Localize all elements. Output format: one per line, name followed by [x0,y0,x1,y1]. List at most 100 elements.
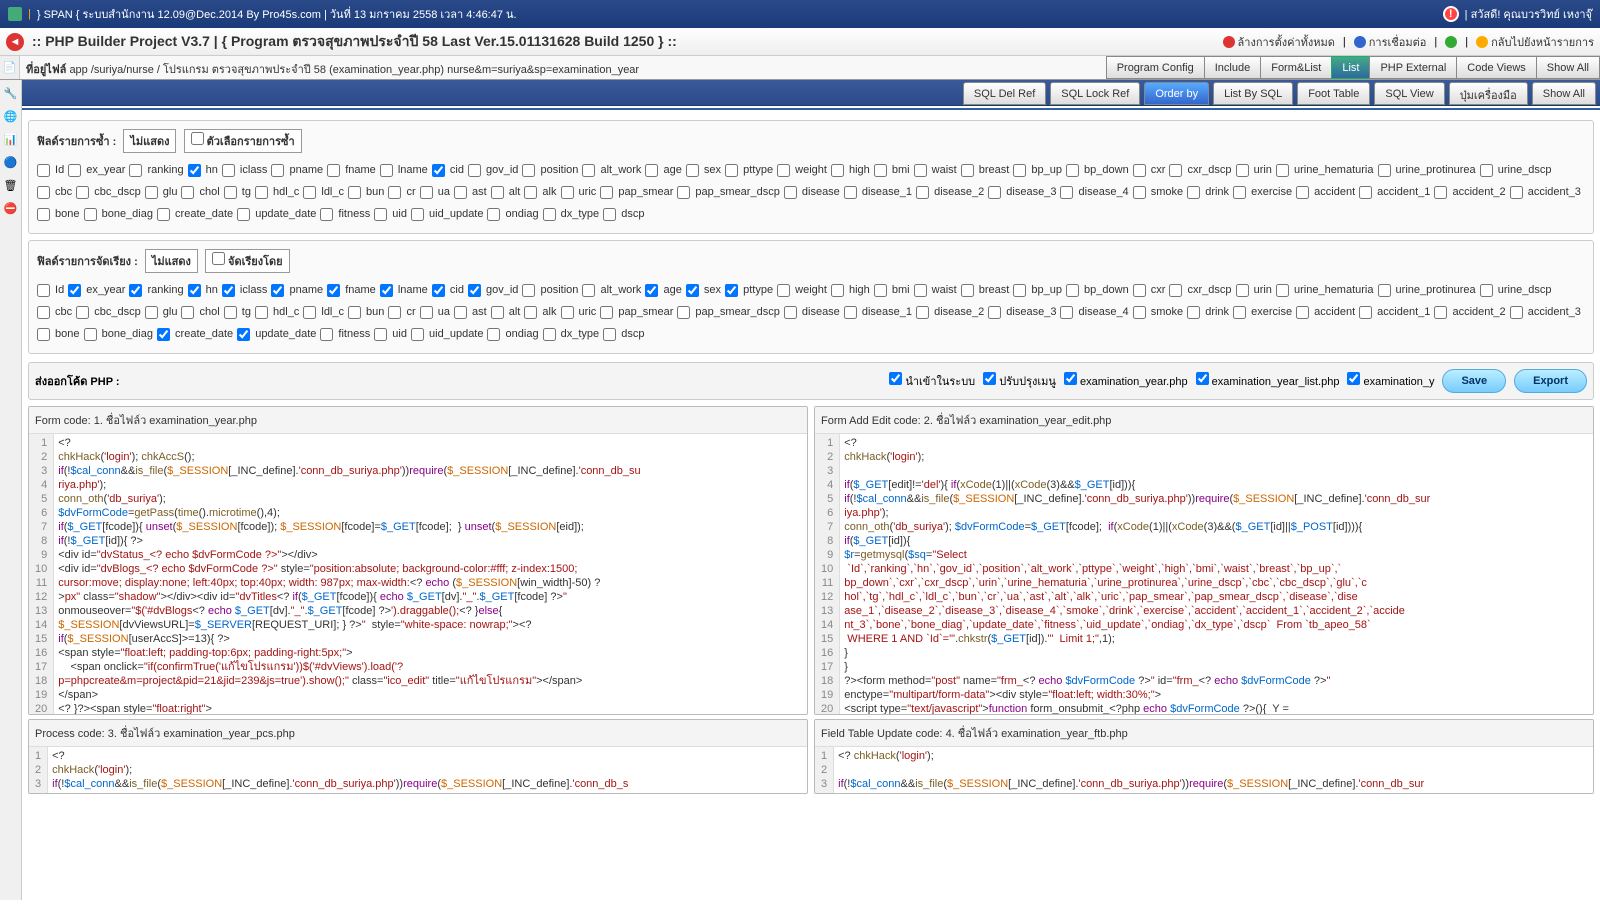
field-chk-accident_3[interactable]: accident_3 [1510,301,1581,323]
field-chk-ldl_c[interactable]: ldl_c [303,181,344,203]
sort-chk[interactable] [212,252,225,265]
field-chk-chol[interactable]: chol [181,301,219,323]
field-chk-alt[interactable]: alt [491,301,521,323]
field-chk-update_date[interactable]: update_date [237,323,316,345]
repeat-chk[interactable] [191,132,204,145]
field-chk-accident_1[interactable]: accident_1 [1359,301,1430,323]
field-chk-high[interactable]: high [831,159,870,181]
field-chk-hdl_c[interactable]: hdl_c [255,181,299,203]
export-opt-2[interactable]: examination_year.php [1064,376,1188,388]
field-chk-cxr[interactable]: cxr [1133,279,1166,301]
field-chk-cr[interactable]: cr [388,181,415,203]
tool-icon-3[interactable]: 📊 [1,129,21,149]
field-chk-uid[interactable]: uid [374,203,407,225]
save-button[interactable]: Save [1442,369,1506,393]
field-chk-cid[interactable]: cid [432,159,464,181]
field-chk-create_date[interactable]: create_date [157,323,233,345]
field-chk-exercise[interactable]: exercise [1233,181,1292,203]
sub-tab-5[interactable]: SQL View [1374,82,1444,105]
export-button[interactable]: Export [1514,369,1587,393]
main-tab-include[interactable]: Include [1204,56,1261,79]
field-chk-ondiag[interactable]: ondiag [487,203,538,225]
field-chk-smoke[interactable]: smoke [1133,181,1183,203]
field-chk-bone[interactable]: bone [37,203,80,225]
clear-all-link[interactable]: ล้างการตั้งค่าทั้งหมด [1223,33,1335,51]
field-chk-weight[interactable]: weight [777,159,827,181]
field-chk-pap_smear[interactable]: pap_smear [600,301,673,323]
field-chk-glu[interactable]: glu [145,181,178,203]
field-chk-age[interactable]: age [645,159,681,181]
field-chk-ex_year[interactable]: ex_year [68,279,125,301]
field-chk-pname[interactable]: pname [271,159,323,181]
field-chk-hn[interactable]: hn [188,159,218,181]
back-icon[interactable]: ◄ [6,33,24,51]
field-chk-urine_protinurea[interactable]: urine_protinurea [1378,279,1476,301]
field-chk-disease_2[interactable]: disease_2 [916,181,984,203]
field-chk-uric[interactable]: uric [561,301,597,323]
field-chk-alk[interactable]: alk [524,301,556,323]
sub-tab-1[interactable]: SQL Lock Ref [1050,82,1140,105]
field-chk-bone_diag[interactable]: bone_diag [84,203,153,225]
field-chk-disease_1[interactable]: disease_1 [844,181,912,203]
sort-box2[interactable]: จัดเรียงโดย [205,249,290,273]
field-chk-bone_diag[interactable]: bone_diag [84,323,153,345]
field-chk-accident_2[interactable]: accident_2 [1434,301,1505,323]
field-chk-bp_up[interactable]: bp_up [1013,159,1062,181]
field-chk-iclass[interactable]: iclass [222,159,268,181]
field-chk-urin[interactable]: urin [1236,279,1272,301]
code-body-2[interactable]: 12345678910111213141516171819202122 <?ch… [815,434,1593,714]
field-chk-urine_hematuria[interactable]: urine_hematuria [1276,159,1374,181]
field-chk-disease_4[interactable]: disease_4 [1060,181,1128,203]
field-chk-hn[interactable]: hn [188,279,218,301]
repeat-box1[interactable]: ไม่แสดง [123,129,176,153]
field-chk-ex_year[interactable]: ex_year [68,159,125,181]
connect-link[interactable]: การเชื่อมต่อ [1354,33,1427,51]
tool-icon-4[interactable]: 🔵 [1,152,21,172]
field-chk-bp_up[interactable]: bp_up [1013,279,1062,301]
field-chk-disease[interactable]: disease [784,301,840,323]
code-body-4[interactable]: 123 <? chkHack('login'); if(!$cal_conn&&… [815,747,1593,793]
field-chk-pap_smear_dscp[interactable]: pap_smear_dscp [677,301,779,323]
field-chk-cid[interactable]: cid [432,279,464,301]
sub-tab-2[interactable]: Order by [1144,82,1209,105]
alert-icon[interactable]: ! [1443,6,1459,22]
field-chk-disease_3[interactable]: disease_3 [988,301,1056,323]
tool-icon-6[interactable]: ⛔ [1,198,21,218]
field-chk-lname[interactable]: lname [380,159,428,181]
field-chk-disease[interactable]: disease [784,181,840,203]
field-chk-dscp[interactable]: dscp [603,203,644,225]
field-chk-sex[interactable]: sex [686,159,721,181]
field-chk-tg[interactable]: tg [224,301,251,323]
field-chk-pap_smear[interactable]: pap_smear [600,181,673,203]
field-chk-tg[interactable]: tg [224,181,251,203]
main-tab-formlist[interactable]: Form&List [1260,56,1332,79]
field-chk-high[interactable]: high [831,279,870,301]
field-chk-dx_type[interactable]: dx_type [543,203,600,225]
field-chk-alt_work[interactable]: alt_work [582,279,641,301]
field-chk-disease_4[interactable]: disease_4 [1060,301,1128,323]
field-chk-waist[interactable]: waist [914,159,957,181]
field-chk-disease_3[interactable]: disease_3 [988,181,1056,203]
field-chk-ondiag[interactable]: ondiag [487,323,538,345]
field-chk-weight[interactable]: weight [777,279,827,301]
field-chk-cbc[interactable]: cbc [37,301,72,323]
main-tab-programconfig[interactable]: Program Config [1106,56,1205,79]
tool-icon-2[interactable]: 🌐 [1,106,21,126]
field-chk-alk[interactable]: alk [524,181,556,203]
field-chk-fname[interactable]: fname [327,159,376,181]
field-chk-disease_1[interactable]: disease_1 [844,301,912,323]
field-chk-accident_1[interactable]: accident_1 [1359,181,1430,203]
field-chk-waist[interactable]: waist [914,279,957,301]
code-body-3[interactable]: 123 <?chkHack('login');if(!$cal_conn&&is… [29,747,807,793]
field-chk-accident_2[interactable]: accident_2 [1434,181,1505,203]
sub-tab-4[interactable]: Foot Table [1297,82,1370,105]
field-chk-pap_smear_dscp[interactable]: pap_smear_dscp [677,181,779,203]
field-chk-uid_update[interactable]: uid_update [411,203,484,225]
field-chk-urin[interactable]: urin [1236,159,1272,181]
field-chk-position[interactable]: position [522,159,578,181]
field-chk-ranking[interactable]: ranking [129,279,183,301]
field-chk-iclass[interactable]: iclass [222,279,268,301]
field-chk-ranking[interactable]: ranking [129,159,183,181]
field-chk-uric[interactable]: uric [561,181,597,203]
field-chk-chol[interactable]: chol [181,181,219,203]
